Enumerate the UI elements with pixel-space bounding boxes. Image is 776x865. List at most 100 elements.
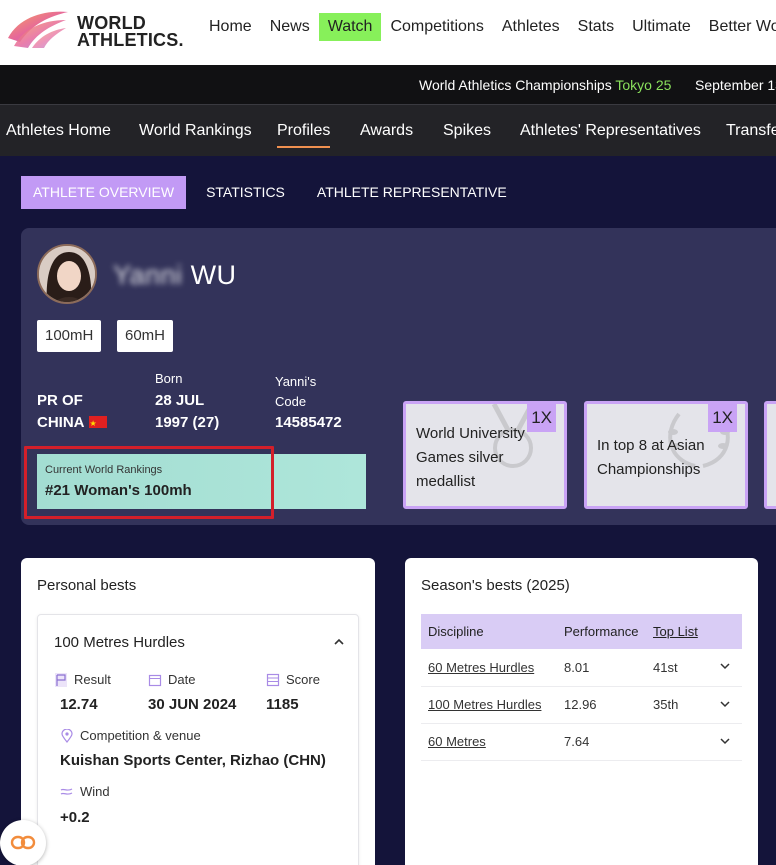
top-navigation: WORLD ATHLETICS. Home News Watch Competi… (0, 0, 776, 65)
born-label: Born (155, 371, 183, 386)
tab-athlete-representative[interactable]: Athlete Representative (305, 176, 519, 209)
honour-text: In top 8 at Asian Championships (597, 437, 705, 478)
main-nav-competitions[interactable]: Competitions (381, 13, 492, 41)
main-nav-stats[interactable]: Stats (569, 13, 623, 41)
flag-icon (55, 672, 67, 687)
result-label-text: Result (74, 672, 111, 687)
discipline-link[interactable]: 100 Metres Hurdles (428, 697, 541, 712)
expand-chevron-down-icon[interactable] (712, 723, 742, 761)
result-label: Result (54, 672, 111, 687)
discipline-link[interactable]: 60 Metres Hurdles (428, 660, 534, 675)
column-header-performance: Performance (557, 614, 646, 649)
main-nav-athletes[interactable]: Athletes (493, 13, 569, 41)
tab-statistics[interactable]: Statistics (194, 176, 297, 209)
subnav-athletes-home[interactable]: Athletes Home (6, 122, 111, 140)
announcement-championships[interactable]: World Athletics Championships Tokyo 25 (419, 77, 671, 93)
subnav-profiles[interactable]: Profiles (277, 122, 331, 148)
athlete-code: 14585472 (275, 414, 342, 431)
wind-label-text: Wind (80, 784, 110, 799)
personal-bests-title: Personal bests (37, 577, 137, 594)
main-nav-home[interactable]: Home (200, 13, 261, 41)
score-label-text: Score (286, 672, 320, 687)
code-label: Yanni's Code (275, 372, 316, 412)
subnav-awards[interactable]: Awards (360, 122, 413, 140)
link-chain-icon (10, 835, 36, 850)
performance-cell: 12.96 (557, 686, 646, 724)
athlete-birthdate: 28 JUL 1997 (27) (155, 390, 219, 434)
top-list-link[interactable]: Top List (653, 624, 698, 639)
world-athletics-logo[interactable]: WORLD ATHLETICS. (6, 8, 191, 52)
venue-label-text: Competition & venue (80, 728, 201, 743)
main-nav-watch[interactable]: Watch (318, 13, 382, 41)
code-label-line-1: Yanni's (275, 374, 317, 389)
wind-icon (60, 787, 73, 795)
logo-swoosh-icon (8, 11, 68, 48)
top-list-cell: 41st (646, 649, 712, 687)
personal-best-event[interactable]: 100 Metres Hurdles (54, 634, 185, 651)
subnav-athletes-representatives[interactable]: Athletes' Representatives (520, 122, 701, 140)
athlete-avatar (37, 244, 97, 304)
discipline-tag-100mh[interactable]: 100mH (37, 320, 102, 352)
top-list-cell (646, 723, 712, 761)
venue-value: Kuishan Sports Center, Rizhao (CHN) (60, 752, 326, 769)
collapse-chevron-up-icon[interactable] (334, 635, 344, 649)
announcement-highlight: Tokyo 25 (615, 77, 672, 93)
column-header-discipline: Discipline (421, 614, 557, 649)
table-row[interactable]: 60 Metres Hurdles 8.01 41st (421, 649, 742, 687)
avatar-portrait-icon (39, 246, 95, 302)
athlete-last-name: WU (190, 260, 237, 290)
country-line-1: PR OF (37, 392, 83, 409)
wind-value: +0.2 (60, 809, 90, 826)
column-header-expand (712, 614, 742, 649)
announcement-event: World Athletics Championships (419, 77, 612, 93)
table-row[interactable]: 60 Metres 7.64 (421, 723, 742, 761)
logo-line-2: ATHLETICS. (77, 30, 184, 50)
subnav-world-rankings[interactable]: World Rankings (139, 122, 252, 140)
honour-card-asian-championships[interactable]: 1X In top 8 at Asian Championships (584, 401, 748, 509)
discipline-tag-60mh[interactable]: 60mH (117, 320, 174, 352)
honour-text: World University Games silver medallist (416, 425, 525, 490)
born-date: 28 JUL (155, 392, 205, 409)
athletes-sub-navigation: Athletes Home World Rankings Profiles Aw… (0, 104, 776, 156)
performance-cell: 7.64 (557, 723, 646, 761)
main-nav-better-world[interactable]: Better Wor (700, 13, 776, 41)
result-value: 12.74 (60, 696, 98, 713)
subnav-transfers[interactable]: Transfe (726, 122, 776, 140)
season-bests-table: Discipline Performance Top List 60 Metre… (421, 614, 742, 761)
country-line-2: CHINA (37, 414, 85, 431)
wind-label: Wind (60, 784, 110, 799)
discipline-link[interactable]: 60 Metres (428, 734, 486, 749)
honour-card-partial[interactable] (764, 401, 776, 509)
score-label: Score (266, 672, 320, 687)
scoreboard-icon (266, 673, 280, 686)
logo-wordmark: WORLD ATHLETICS. (77, 14, 184, 50)
profile-tabs: Athlete Overview Statistics Athlete Repr… (21, 176, 527, 209)
expand-chevron-down-icon[interactable] (712, 649, 742, 687)
main-menu: Home News Watch Competitions Athletes St… (200, 13, 776, 41)
venue-label: Competition & venue (60, 728, 201, 743)
athlete-first-name: Yanni (113, 260, 183, 290)
main-nav-ultimate[interactable]: Ultimate (623, 13, 700, 41)
date-label-text: Date (168, 672, 196, 687)
location-pin-icon (61, 728, 73, 743)
code-label-line-2: Code (275, 394, 307, 409)
honour-count: 1X (708, 404, 737, 432)
china-flag-icon (88, 413, 107, 435)
score-value: 1185 (266, 696, 299, 713)
column-header-top-list[interactable]: Top List (646, 614, 712, 649)
athlete-profile-card: Yanni WU 100mH 60mH PR OF CHINA Born 28 … (21, 228, 776, 525)
season-bests-title: Season's bests (2025) (421, 577, 570, 594)
main-nav-news[interactable]: News (261, 13, 319, 41)
expand-chevron-down-icon[interactable] (712, 686, 742, 724)
table-row[interactable]: 100 Metres Hurdles 12.96 35th (421, 686, 742, 724)
personal-bests-card: Personal bests 100 Metres Hurdles Result… (21, 558, 375, 865)
honour-card-university-games[interactable]: 1X World University Games silver medalli… (403, 401, 567, 509)
subnav-spikes[interactable]: Spikes (443, 122, 491, 140)
tab-athlete-overview[interactable]: Athlete Overview (21, 176, 187, 209)
top-list-cell: 35th (646, 686, 712, 724)
announcement-bar: World Athletics Championships Tokyo 25 S… (0, 65, 776, 104)
personal-best-item: 100 Metres Hurdles Result 12.74 Date 30 … (37, 614, 359, 865)
born-year-age: 1997 (27) (155, 414, 220, 431)
athlete-name: Yanni WU (113, 260, 237, 291)
floating-chat-button[interactable] (0, 820, 46, 865)
